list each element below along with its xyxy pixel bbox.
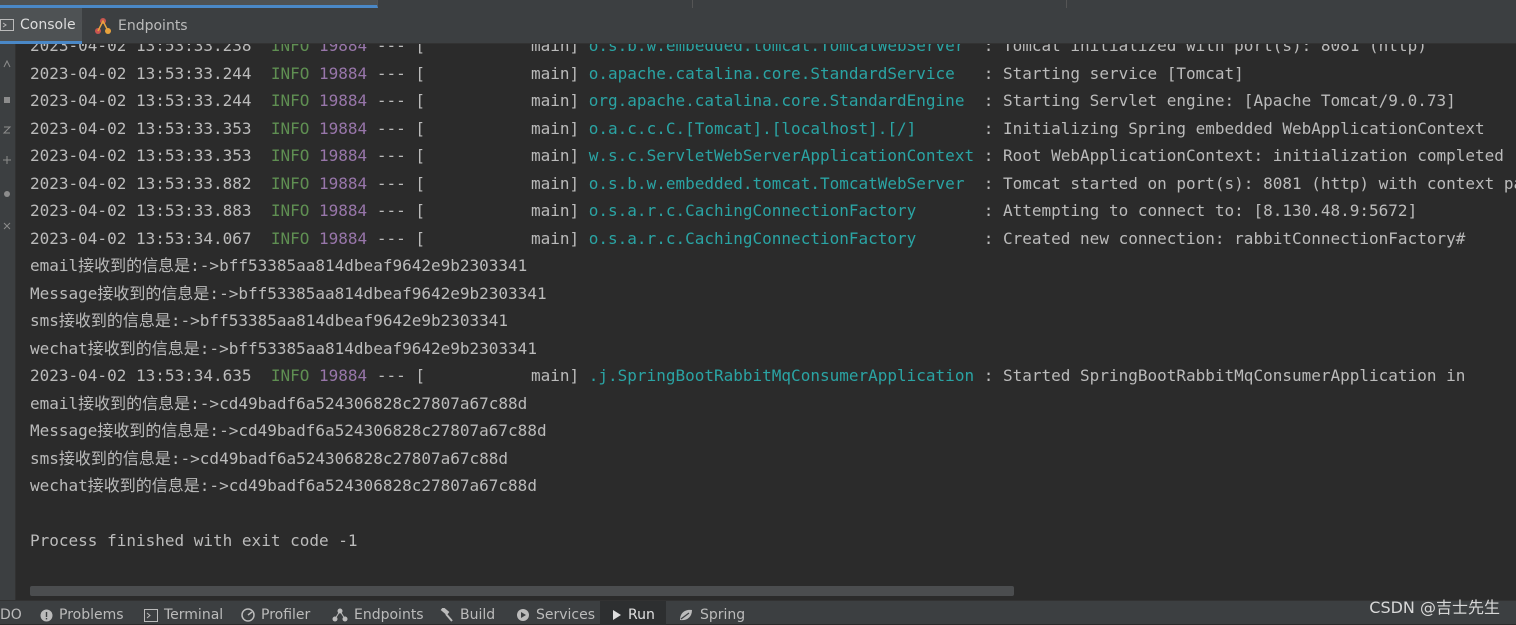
tab-run-label: Run	[628, 607, 655, 623]
log-line: 2023-04-02 13:53:33.244 INFO 19884 --- […	[30, 63, 1244, 83]
console-lines: 2023-04-02 13:53:33.238 INFO 19884 --- […	[30, 44, 1516, 555]
process-exit-line: Process finished with exit code -1	[30, 531, 358, 550]
received-message-line: email接收到的信息是:->cd49badf6a524306828c27807…	[30, 393, 528, 413]
tool-window-tabs: Console Endpoints	[0, 8, 1516, 44]
editor-tab[interactable]	[692, 0, 1067, 8]
tab-problems-label: Problems	[59, 607, 124, 623]
endpoints-icon	[94, 17, 112, 35]
tab-terminal[interactable]: Terminal	[144, 601, 223, 625]
editor-tab-strip	[0, 0, 1516, 8]
pin-icon[interactable]	[2, 184, 12, 197]
tab-run[interactable]: Run	[600, 601, 666, 625]
run-icon	[612, 609, 622, 621]
received-message-line: sms接收到的信息是:->cd49badf6a524306828c27807a6…	[30, 448, 509, 468]
tab-profiler[interactable]: Profiler	[241, 601, 310, 625]
csdn-watermark: CSDN @吉士先生	[1369, 598, 1500, 617]
console-gutter	[0, 44, 16, 600]
received-message-line: sms接收到的信息是:->bff53385aa814dbeaf9642e9b23…	[30, 311, 509, 330]
console-icon	[0, 18, 14, 32]
received-message-line: Message接收到的信息是:->bff53385aa814dbeaf9642e…	[30, 283, 547, 303]
received-message-line: wechat接收到的信息是:->bff53385aa814dbeaf9642e9…	[30, 338, 537, 358]
received-message-line: email接收到的信息是:->bff53385aa814dbeaf9642e9b…	[30, 256, 528, 275]
tab-spring-label: Spring	[700, 607, 746, 623]
problems-icon	[40, 609, 53, 622]
editor-tab-active[interactable]	[0, 0, 378, 8]
log-line: 2023-04-02 13:53:34.067 INFO 19884 --- […	[30, 228, 1466, 248]
tab-terminal-label: Terminal	[164, 607, 224, 623]
stop-icon[interactable]	[2, 90, 12, 103]
tab-build[interactable]: Build	[440, 601, 495, 625]
tab-build-label: Build	[460, 607, 496, 623]
spring-leaf-icon	[678, 608, 694, 622]
tab-endpoints-bottom[interactable]: Endpoints	[332, 601, 424, 625]
tab-todo[interactable]: DO	[0, 601, 22, 625]
delete-icon[interactable]	[2, 216, 12, 230]
log-line: 2023-04-02 13:53:33.238 INFO 19884 --- […	[30, 44, 1427, 55]
log-line: 2023-04-02 13:53:33.244 INFO 19884 --- […	[30, 91, 1456, 110]
terminal-icon	[144, 608, 158, 622]
tab-endpoints-bottom-label: Endpoints	[354, 607, 424, 623]
tab-profiler-label: Profiler	[261, 607, 311, 623]
services-icon	[516, 608, 530, 622]
log-line: 2023-04-02 13:53:33.353 INFO 19884 --- […	[30, 146, 1504, 165]
restore-icon[interactable]	[2, 120, 12, 134]
tab-problems[interactable]: Problems	[40, 601, 124, 625]
console-output[interactable]: 2023-04-02 13:53:33.238 INFO 19884 --- […	[16, 44, 1516, 600]
horizontal-scrollbar[interactable]	[30, 586, 1014, 596]
profiler-icon	[241, 608, 255, 622]
tab-todo-label: DO	[0, 607, 22, 623]
log-line: 2023-04-02 13:53:33.883 INFO 19884 --- […	[30, 201, 1418, 220]
received-message-line: Message接收到的信息是:->cd49badf6a524306828c278…	[30, 421, 547, 440]
tab-services[interactable]: Services	[516, 601, 595, 625]
print-icon[interactable]	[2, 150, 12, 164]
log-line: 2023-04-02 13:53:33.353 INFO 19884 --- […	[30, 118, 1485, 138]
log-line: 2023-04-02 13:53:33.882 INFO 19884 --- […	[30, 173, 1516, 193]
tab-endpoints-label: Endpoints	[118, 18, 188, 34]
bottom-tool-bar: DO Problems Terminal Profiler Endpoints …	[0, 600, 1516, 625]
tab-spring[interactable]: Spring	[678, 601, 745, 625]
endpoints-icon	[332, 608, 348, 622]
tab-console-label: Console	[20, 16, 76, 33]
hammer-icon	[440, 608, 454, 622]
tab-console[interactable]: Console	[0, 8, 82, 44]
received-message-line: wechat接收到的信息是:->cd49badf6a524306828c2780…	[30, 476, 537, 495]
tab-endpoints[interactable]: Endpoints	[94, 8, 194, 44]
rerun-icon[interactable]	[2, 54, 12, 68]
tab-services-label: Services	[536, 607, 596, 623]
editor-tab[interactable]	[378, 0, 693, 8]
log-line-started: 2023-04-02 13:53:34.635 INFO 19884 --- […	[30, 366, 1466, 385]
